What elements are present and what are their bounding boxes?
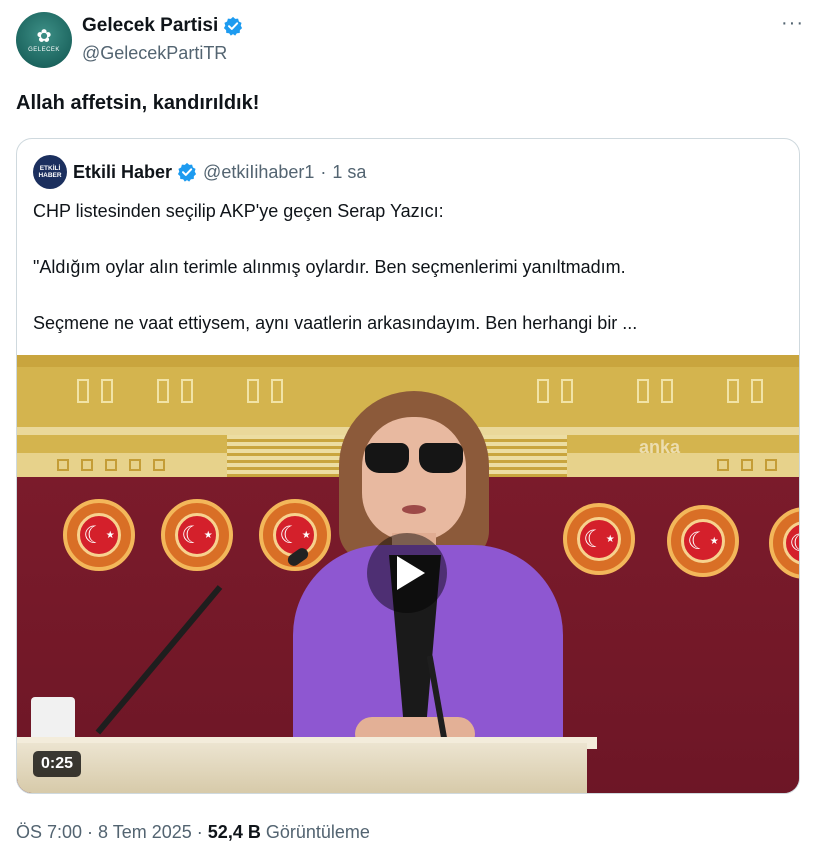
building-window bbox=[271, 379, 283, 403]
tweet-time[interactable]: ÖS 7:00 bbox=[16, 822, 82, 843]
quoted-author-avatar[interactable]: ETKİLİ HABER bbox=[33, 155, 67, 189]
author-avatar[interactable]: ✿ GELECEK bbox=[16, 12, 72, 68]
building-window bbox=[77, 379, 89, 403]
building-window bbox=[637, 379, 649, 403]
podium bbox=[17, 743, 587, 793]
author-name-text: Gelecek Partisi bbox=[82, 15, 219, 36]
quoted-line: "Aldığım oylar alın terimle alınmış oyla… bbox=[33, 257, 626, 277]
building-window bbox=[727, 379, 739, 403]
building-window bbox=[101, 379, 113, 403]
parliament-emblem-icon: ☾★ bbox=[563, 503, 635, 575]
building-window bbox=[157, 379, 169, 403]
more-options-icon[interactable]: ··· bbox=[781, 12, 804, 34]
meta-separator: · bbox=[87, 822, 94, 842]
video-player[interactable]: anka ☾★ ☾★ ☾★ ☾★ ☾★ ☾★ 0:25 bbox=[17, 355, 799, 793]
quoted-avatar-label-2: HABER bbox=[38, 172, 62, 179]
views-label: Görüntüleme bbox=[265, 822, 370, 842]
avatar-label: GELECEK bbox=[28, 47, 60, 53]
building-window bbox=[247, 379, 259, 403]
tweet-header: ✿ GELECEK Gelecek Partisi @GelecekPartiT… bbox=[16, 12, 804, 70]
quoted-separator: · bbox=[320, 161, 327, 182]
author-handle[interactable]: @GelecekPartiTR bbox=[82, 43, 227, 64]
play-icon bbox=[396, 556, 425, 590]
building-ornament bbox=[81, 459, 93, 471]
verified-badge-icon bbox=[224, 16, 243, 36]
building-window bbox=[561, 379, 573, 403]
flower-logo-icon: ✿ bbox=[36, 26, 52, 46]
tweet-text: Allah affetsin, kandırıldık! bbox=[16, 92, 260, 114]
building-ornament bbox=[765, 459, 777, 471]
quoted-tweet-header: ETKİLİ HABER Etkili Haber @etkiIihaber1 … bbox=[33, 155, 366, 189]
quoted-time[interactable]: 1 sa bbox=[332, 162, 366, 183]
quoted-tweet-text: CHP listesinden seçilip AKP'ye geçen Ser… bbox=[33, 197, 783, 337]
author-display-name[interactable]: Gelecek Partisi bbox=[82, 15, 243, 37]
parliament-emblem-icon: ☾★ bbox=[161, 499, 233, 571]
sunglasses-icon bbox=[365, 443, 463, 473]
video-watermark: anka bbox=[639, 437, 681, 457]
quoted-author-name[interactable]: Etkili Haber bbox=[73, 162, 172, 183]
play-button[interactable] bbox=[367, 533, 447, 613]
building-roof bbox=[17, 355, 799, 367]
quoted-tweet-card[interactable]: ETKİLİ HABER Etkili Haber @etkiIihaber1 … bbox=[16, 138, 800, 794]
meta-separator: · bbox=[196, 822, 203, 842]
quoted-line: Seçmene ne vaat ettiysem, aynı vaatlerin… bbox=[33, 313, 638, 333]
video-duration-badge: 0:25 bbox=[33, 751, 82, 777]
tweet-meta: ÖS 7:00 · 8 Tem 2025 · 52,4 B Görüntülem… bbox=[16, 822, 370, 843]
quoted-line: CHP listesinden seçilip AKP'ye geçen Ser… bbox=[33, 201, 444, 221]
parliament-emblem-icon: ☾★ bbox=[667, 505, 739, 577]
building-ornament bbox=[153, 459, 165, 471]
quoted-author-handle[interactable]: @etkiIihaber1 bbox=[203, 162, 314, 183]
speaker-face bbox=[362, 417, 466, 541]
building-window bbox=[661, 379, 673, 403]
views-count: 52,4 B bbox=[207, 822, 261, 842]
speaker-mouth bbox=[402, 505, 426, 514]
building-ornament bbox=[129, 459, 141, 471]
building-window bbox=[537, 379, 549, 403]
building-ornament bbox=[717, 459, 729, 471]
parliament-emblem-icon: ☾★ bbox=[63, 499, 135, 571]
building-window bbox=[751, 379, 763, 403]
building-ornament bbox=[105, 459, 117, 471]
quoted-verified-badge-icon bbox=[177, 162, 197, 182]
quoted-avatar-label-1: ETKİLİ bbox=[39, 165, 61, 172]
building-ornament bbox=[57, 459, 69, 471]
building-ornament bbox=[741, 459, 753, 471]
building-window bbox=[181, 379, 193, 403]
tweet-date[interactable]: 8 Tem 2025 bbox=[98, 822, 192, 843]
